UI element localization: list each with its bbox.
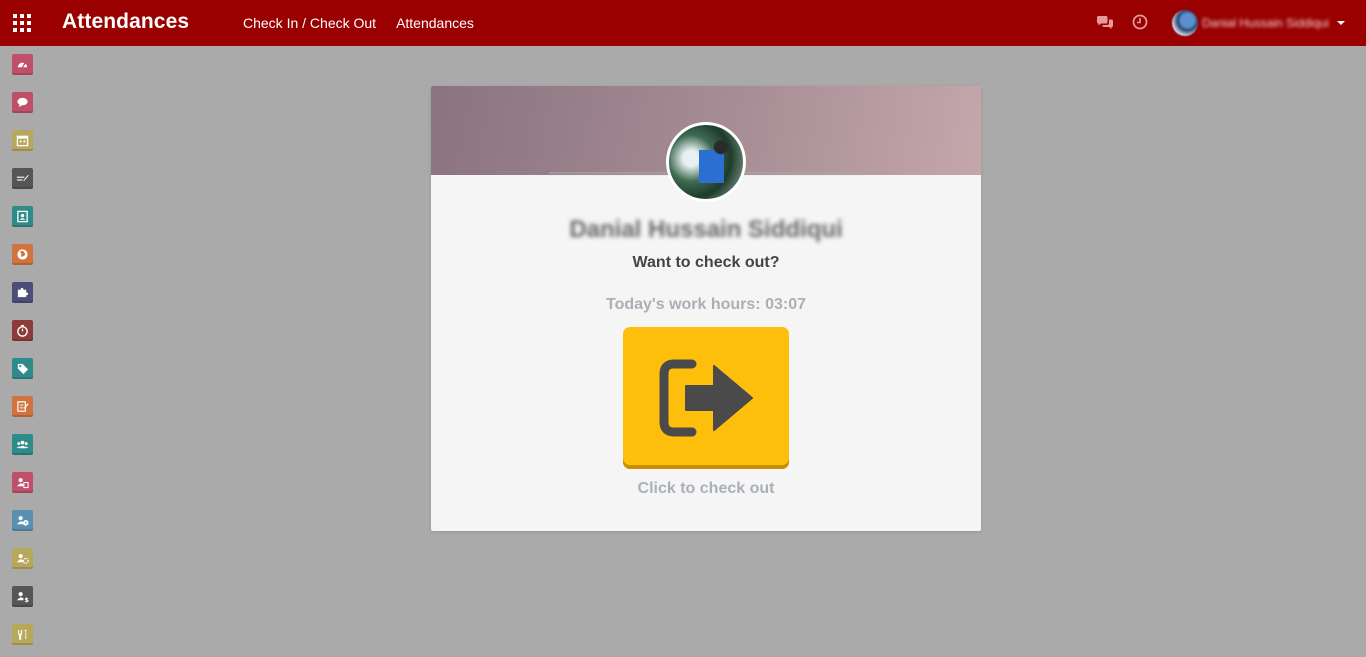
checkout-prompt: Want to check out? (632, 254, 780, 271)
user-avatar (1172, 10, 1198, 36)
timer-icon[interactable] (12, 320, 33, 341)
discuss-icon[interactable] (12, 92, 33, 113)
dashboard-icon[interactable] (12, 54, 33, 75)
menu-check-in-check-out[interactable]: Check In / Check Out (243, 15, 376, 31)
notes-icon[interactable] (12, 168, 33, 189)
menu-attendances[interactable]: Attendances (396, 15, 474, 31)
clock-icon[interactable] (1132, 14, 1148, 35)
attendance-card: Danial Hussain Siddiqui Want to check ou… (431, 86, 981, 531)
app-title: Attendances (62, 10, 190, 33)
website-icon[interactable] (12, 244, 33, 265)
employee-name: Danial Hussain Siddiqui (569, 216, 843, 243)
click-hint: Click to check out (637, 480, 775, 497)
contacts-icon[interactable] (12, 206, 33, 227)
employee-contract-icon[interactable] (12, 472, 33, 493)
sign-out-icon (659, 359, 753, 437)
employee-clock-icon[interactable] (12, 510, 33, 531)
chevron-down-icon (1336, 21, 1345, 25)
top-navbar: Attendances Check In / Check Out Attenda… (0, 0, 1366, 46)
main-menu: Check In / Check Out Attendances (243, 15, 474, 31)
payroll-icon[interactable]: $ (12, 586, 33, 607)
user-menu[interactable]: Danial Hussain Siddiqui (1172, 9, 1345, 37)
calendar-icon[interactable] (12, 130, 33, 151)
survey-icon[interactable] (12, 396, 33, 417)
employee-avatar (666, 122, 746, 202)
tag-icon[interactable] (12, 358, 33, 379)
apps-puzzle-icon[interactable] (12, 282, 33, 303)
employee-settings-icon[interactable] (12, 548, 33, 569)
user-name: Danial Hussain Siddiqui (1202, 16, 1329, 30)
check-out-button[interactable] (623, 327, 789, 469)
chat-icon[interactable] (1096, 15, 1114, 36)
lunch-icon[interactable] (12, 624, 33, 645)
apps-grid-icon[interactable] (13, 14, 31, 32)
work-hours: Today's work hours: 03:07 (605, 296, 806, 313)
team-icon[interactable] (12, 434, 33, 455)
app-sidebar: $ (0, 46, 44, 657)
svg-text:$: $ (24, 596, 29, 603)
